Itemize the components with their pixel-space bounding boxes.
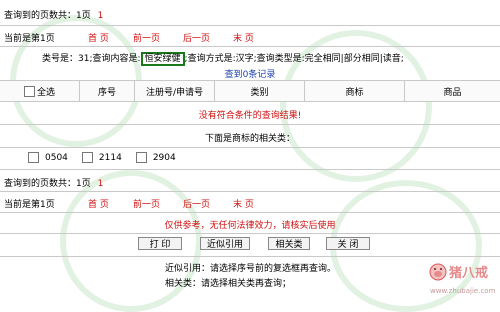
record-count: 查到0条记录 xyxy=(224,70,276,80)
related-class-item[interactable]: 2904 xyxy=(135,152,176,163)
brand-url: www.zhubajie.com xyxy=(430,287,496,295)
similar-reference-button[interactable]: 近似引用 xyxy=(200,237,250,250)
related-class-button[interactable]: 相关类 xyxy=(268,237,310,250)
page-count-number: 1 xyxy=(97,11,104,21)
page-count-text: 查询到的页数共：1页 1 xyxy=(4,179,104,189)
last-page-link[interactable]: 末 页 xyxy=(233,31,254,44)
brand-logo-text: 猪八戒 xyxy=(449,266,489,281)
col-reg-no: 注册号/申请号 xyxy=(135,81,215,101)
no-result-message: 没有符合条件的查询结果! xyxy=(198,111,302,121)
related-class-item[interactable]: 0504 xyxy=(28,152,68,163)
action-buttons-row: 打 印 近似引用 相关类 关 闭 xyxy=(0,234,500,257)
help-line-related: 相关类：请选择相关类再查询； xyxy=(165,279,292,289)
current-page-label: 当前是第1页 xyxy=(4,34,55,44)
page-count-text: 查询到的页数共：1页 1 xyxy=(4,11,104,21)
query-info-text: 类号是：31;查询内容是: 恒安绿健 ;查询方式是:汉字;查询类型是:完全相同|部分… xyxy=(42,52,404,66)
disclaimer-row: 仅供参考，无任何法律效力，请核实后使用 xyxy=(0,213,500,234)
col-goods: 商品 xyxy=(443,87,462,98)
query-info-row: 类号是：31;查询内容是: 恒安绿健 ;查询方式是:汉字;查询类型是:完全相同|部分… xyxy=(0,47,500,81)
brand-logo: 猪八戒 www.zhubajie.com xyxy=(428,258,498,302)
prev-page-link[interactable]: 前一页 xyxy=(133,31,160,44)
related-class-checkbox[interactable] xyxy=(135,152,147,163)
pagination-row: 当前是第1页 首 页 前一页 后一页 末 页 xyxy=(0,26,500,47)
query-term: 恒安绿健 xyxy=(140,52,185,66)
related-title-row: 下面是商标的相关类： xyxy=(0,125,500,148)
related-class-list: 0504 2114 2904 xyxy=(28,152,176,163)
results-table-header: 全选 序号 注册号/申请号 类别 商标 商品 xyxy=(0,81,500,102)
next-page-link[interactable]: 后一页 xyxy=(183,31,210,44)
help-line-similar: 近似引用：请选择序号前的复选框再查询。 xyxy=(165,264,337,274)
pagination-row-bottom: 当前是第1页 首 页 前一页 后一页 末 页 xyxy=(0,192,500,213)
current-page-label: 当前是第1页 xyxy=(4,200,55,210)
select-all-cell[interactable]: 全选 xyxy=(0,81,80,101)
related-classes-row: 0504 2114 2904 xyxy=(0,148,500,170)
print-button[interactable]: 打 印 xyxy=(138,237,182,250)
related-class-checkbox[interactable] xyxy=(28,152,39,163)
select-all-checkbox[interactable] xyxy=(23,85,35,97)
no-result-row: 没有符合条件的查询结果! xyxy=(0,102,500,125)
page-count-row-bottom: 查询到的页数共：1页 1 xyxy=(0,170,500,192)
related-class-checkbox[interactable] xyxy=(81,152,93,163)
prev-page-link[interactable]: 前一页 xyxy=(133,197,160,210)
first-page-link[interactable]: 首 页 xyxy=(88,31,109,44)
pig-logo-icon xyxy=(429,263,447,281)
col-seq: 序号 xyxy=(80,81,135,101)
help-section: 近似引用：请选择序号前的复选框再查询。 相关类：请选择相关类再查询； xyxy=(0,257,500,303)
close-button[interactable]: 关 闭 xyxy=(326,237,370,250)
col-category: 类别 xyxy=(215,81,305,101)
col-trademark: 商标 xyxy=(305,81,405,101)
first-page-link[interactable]: 首 页 xyxy=(88,197,109,210)
related-title: 下面是商标的相关类： xyxy=(204,134,295,144)
page-count-number: 1 xyxy=(97,179,104,189)
select-all-label: 全选 xyxy=(36,87,55,98)
last-page-link[interactable]: 末 页 xyxy=(233,197,254,210)
disclaimer-text: 仅供参考，无任何法律效力，请核实后使用 xyxy=(164,221,336,231)
page-count-row: 查询到的页数共：1页 1 xyxy=(0,0,500,26)
related-class-item[interactable]: 2114 xyxy=(81,152,122,163)
next-page-link[interactable]: 后一页 xyxy=(183,197,210,210)
